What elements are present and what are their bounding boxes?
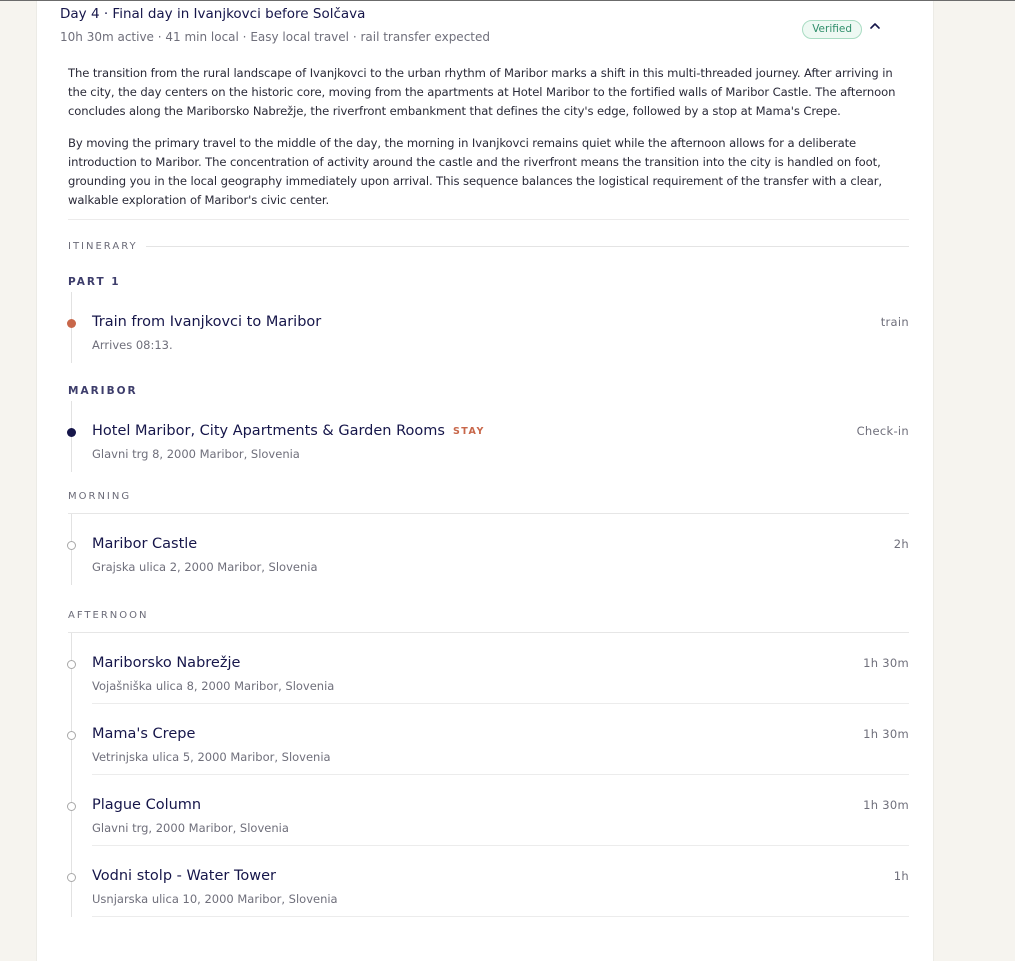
item-duration: 1h 30m xyxy=(863,727,909,741)
itinerary-item[interactable]: Train from Ivanjkovci to Maribor Arrives… xyxy=(67,292,909,363)
day-header[interactable]: Day 4 · Final day in Ivanjkovci before S… xyxy=(60,5,910,44)
item-meta: Arrives 08:13. xyxy=(92,338,173,352)
timeline-dot xyxy=(67,731,76,740)
itinerary-header: ITINERARY xyxy=(68,239,909,253)
item-duration: 1h xyxy=(893,869,909,883)
item-title[interactable]: Mariborsko Nabrežje xyxy=(92,654,240,672)
timeline-dot xyxy=(67,541,76,550)
itinerary-item[interactable]: Mariborsko Nabrežje Vojašniška ulica 8, … xyxy=(67,633,909,704)
item-title[interactable]: Maribor Castle xyxy=(92,535,197,553)
item-title[interactable]: Vodni stolp - Water Tower xyxy=(92,867,276,885)
item-title[interactable]: Mama's Crepe xyxy=(92,725,195,743)
item-title[interactable]: Plague Column xyxy=(92,796,201,814)
item-duration: 1h 30m xyxy=(863,798,909,812)
itinerary-item[interactable]: Maribor Castle Grajska ulica 2, 2000 Mar… xyxy=(67,514,909,585)
item-duration: 2h xyxy=(893,537,909,551)
day-content: The transition from the rural landscape … xyxy=(67,64,909,917)
item-duration: 1h 30m xyxy=(863,656,909,670)
item-checkin: Check-in xyxy=(856,424,909,438)
item-address: Grajska ulica 2, 2000 Maribor, Slovenia xyxy=(92,560,318,574)
description-paragraph: By moving the primary travel to the midd… xyxy=(68,136,883,207)
chevron-up-icon[interactable] xyxy=(867,18,883,34)
itinerary-item[interactable]: Mama's Crepe Vetrinjska ulica 5, 2000 Ma… xyxy=(67,704,909,775)
item-address: Glavni trg, 2000 Maribor, Slovenia xyxy=(92,821,289,835)
itinerary-label: ITINERARY xyxy=(68,240,138,252)
section-label-part-1: PART 1 xyxy=(68,276,121,288)
item-title[interactable]: Hotel Maribor, City Apartments & Garden … xyxy=(92,422,485,441)
timeline-dot xyxy=(67,802,76,811)
itinerary-rule xyxy=(145,245,909,247)
day-title: Day 4 · Final day in Ivanjkovci before S… xyxy=(60,6,366,22)
timeline-dot xyxy=(67,428,76,437)
timeline-dot xyxy=(67,660,76,669)
itinerary-item[interactable]: Vodni stolp - Water Tower Usnjarska ulic… xyxy=(67,846,909,917)
itinerary-item[interactable]: Hotel Maribor, City Apartments & Garden … xyxy=(67,401,909,472)
timeline-dot xyxy=(67,319,76,328)
item-address: Vojašniška ulica 8, 2000 Maribor, Sloven… xyxy=(92,679,335,693)
item-title[interactable]: Train from Ivanjkovci to Maribor xyxy=(92,313,321,331)
day-card: Day 4 · Final day in Ivanjkovci before S… xyxy=(36,1,934,961)
verified-badge: Verified xyxy=(802,20,862,39)
section-label-afternoon: AFTERNOON xyxy=(68,610,149,621)
item-address: Glavni trg 8, 2000 Maribor, Slovenia xyxy=(92,447,300,461)
section-label-maribor: MARIBOR xyxy=(68,385,138,397)
item-title-text: Hotel Maribor, City Apartments & Garden … xyxy=(92,423,445,439)
item-address: Usnjarska ulica 10, 2000 Maribor, Sloven… xyxy=(92,892,338,906)
itinerary-item[interactable]: Plague Column Glavni trg, 2000 Maribor, … xyxy=(67,775,909,846)
item-address: Vetrinjska ulica 5, 2000 Maribor, Sloven… xyxy=(92,750,331,764)
timeline-dot xyxy=(67,873,76,882)
stay-tag: STAY xyxy=(452,426,485,437)
description-paragraph: The transition from the rural landscape … xyxy=(68,66,896,118)
divider xyxy=(68,219,909,220)
section-label-morning: MORNING xyxy=(68,491,132,502)
day-summary: 10h 30m active · 41 min local · Easy loc… xyxy=(60,30,490,44)
item-mode: train xyxy=(880,315,909,329)
